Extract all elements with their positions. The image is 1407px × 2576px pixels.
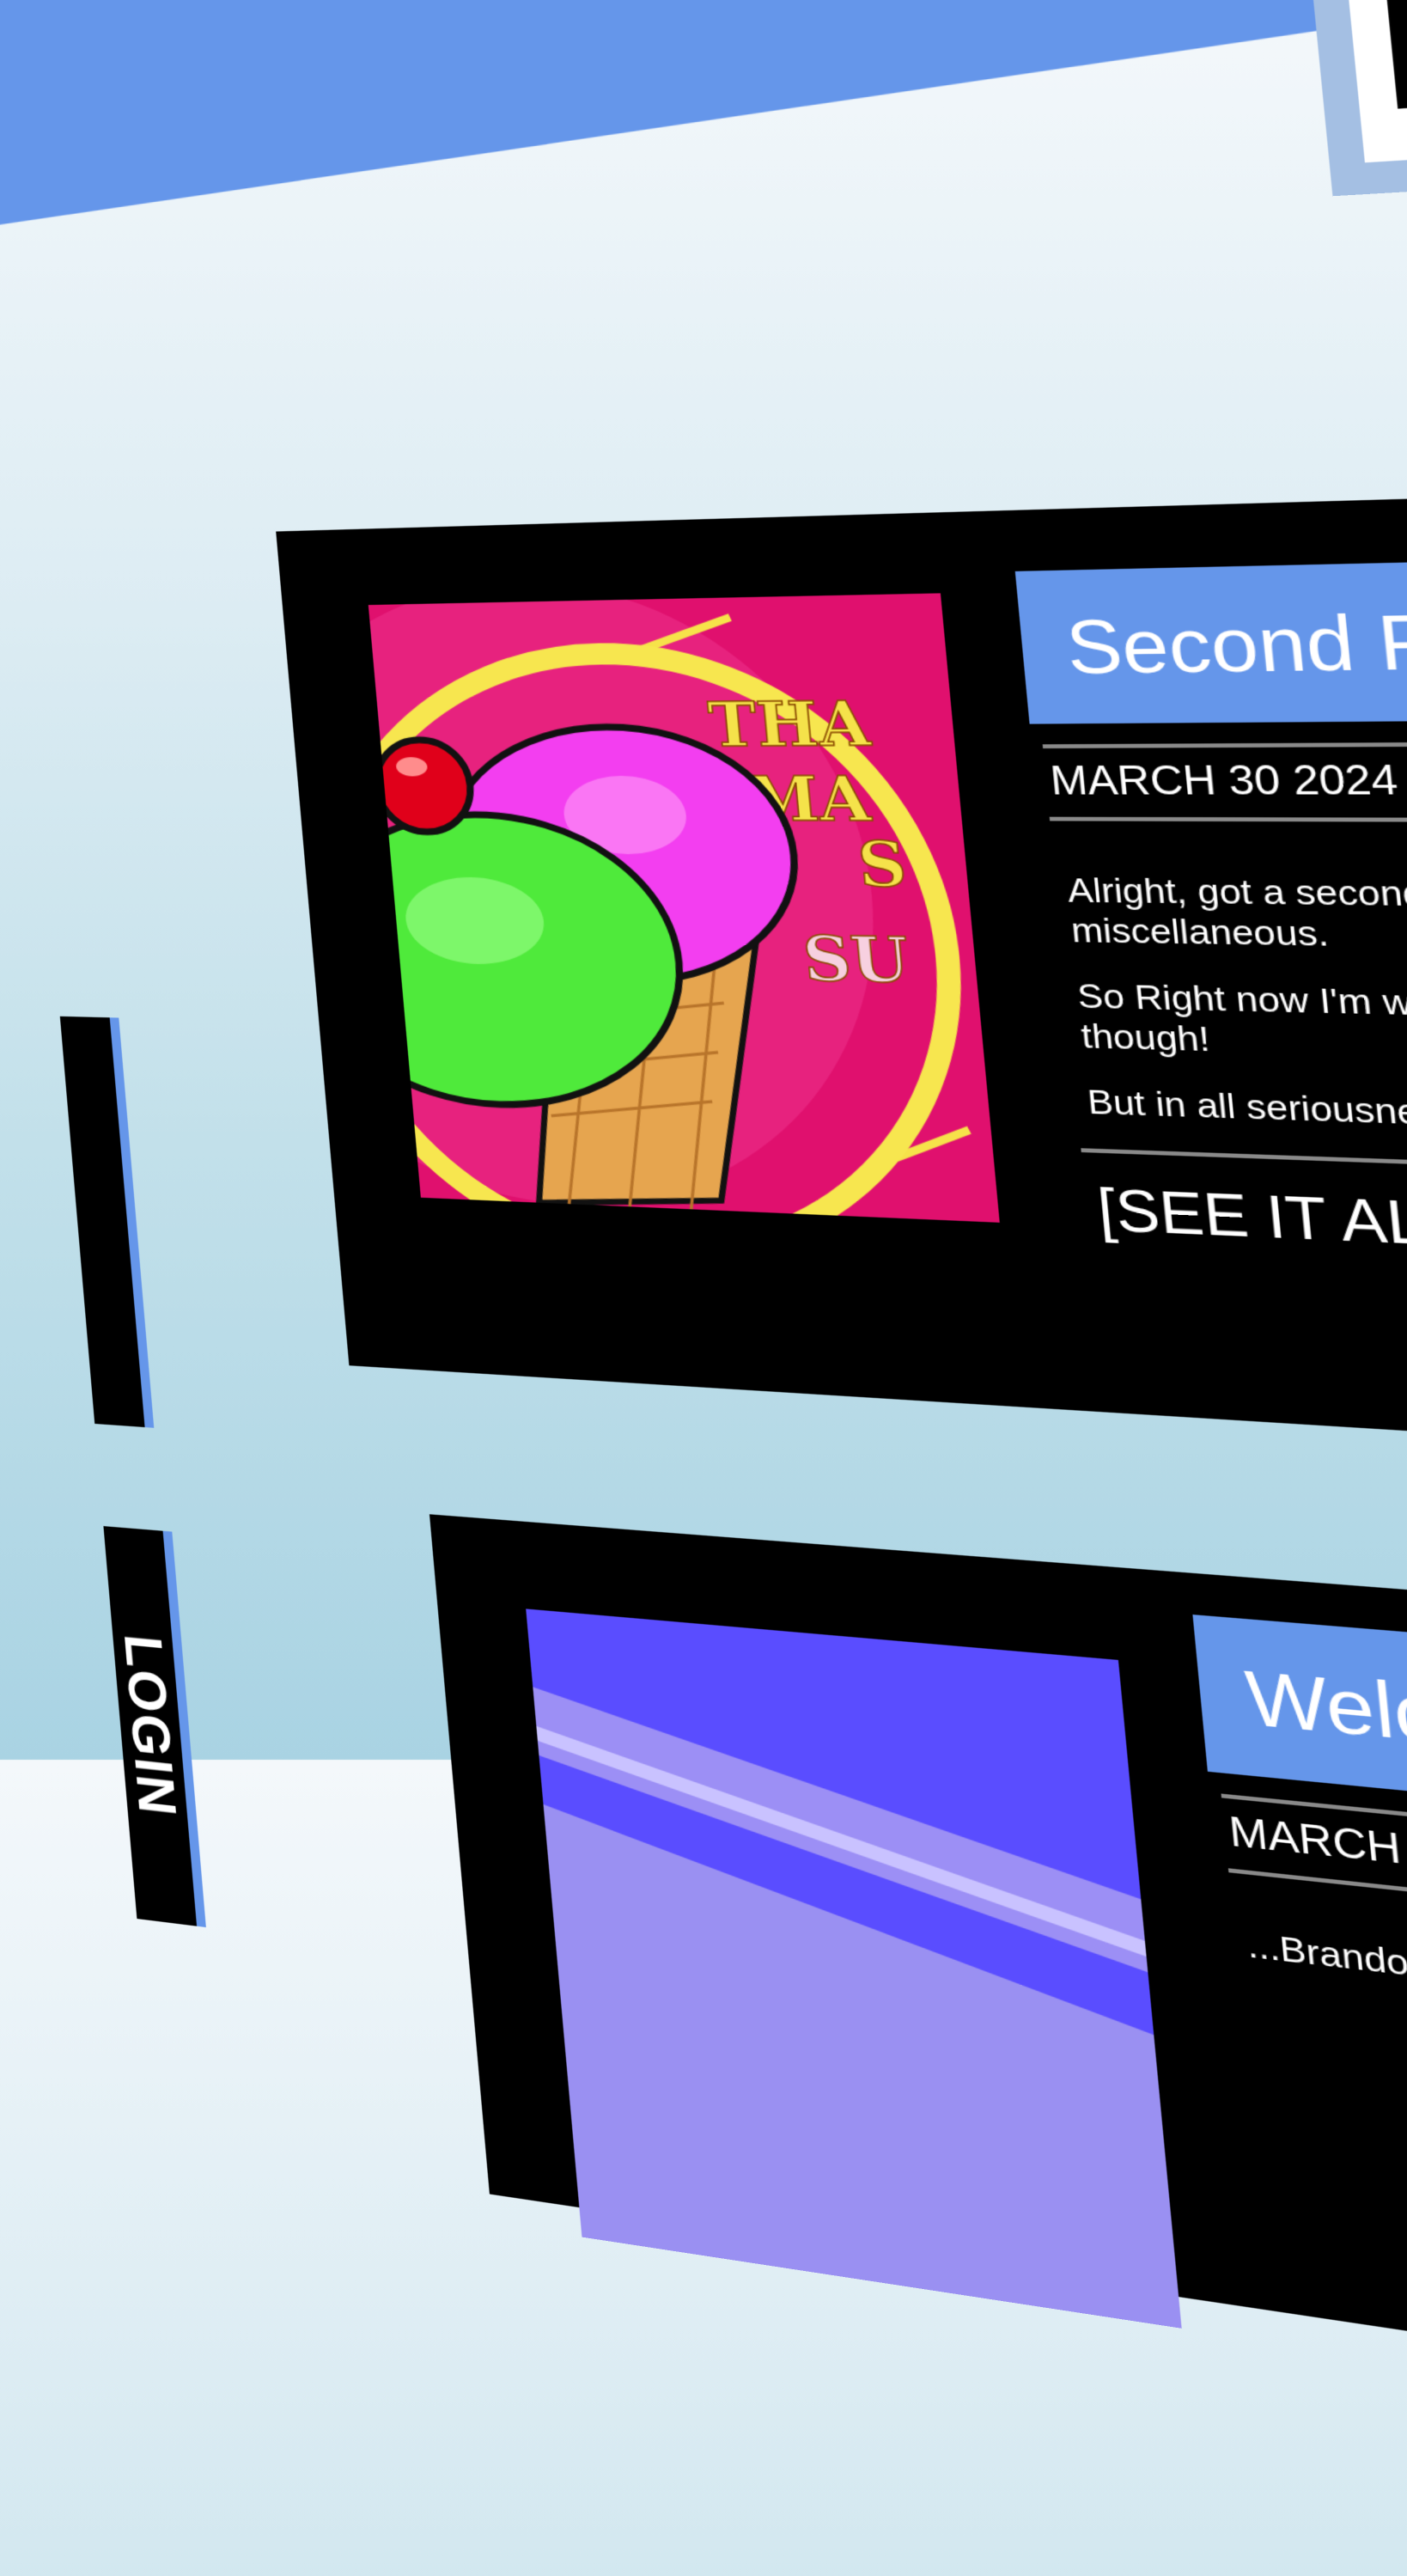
post-thumbnail[interactable]: THA MA S SU	[368, 593, 1000, 1223]
excerpt-line: ...Brandon Watson and a	[1245, 1925, 1407, 2017]
image-text-line1: THA	[705, 687, 874, 760]
post-thumbnail[interactable]	[526, 1608, 1182, 2329]
post-title[interactable]: Welcome to th	[1242, 1652, 1407, 1795]
post-card: Welcome to th MARCH XX 2024 | XX:XX X ..…	[429, 1514, 1407, 2478]
site-title-panel: DA	[1338, 0, 1407, 163]
post-title[interactable]: Second Post!	[1063, 594, 1407, 691]
post-excerpt: ...Brandon Watson and a	[1217, 1871, 1407, 2097]
post-body: Second Post! MARCH 30 2024 | 11:29 PM Al…	[1014, 546, 1407, 1294]
page-scene: DA LOGIN THA MA S SU Second Post! MARCH …	[0, 0, 1407, 2478]
image-text-line4: SU	[800, 923, 912, 998]
ice-cream-thumbnail-image: THA MA S SU	[368, 593, 1000, 1223]
post-body: Welcome to th MARCH XX 2024 | XX:XX X ..…	[1192, 1615, 1407, 2127]
site-title-frame: DA	[1301, 0, 1407, 197]
post-date: MARCH 30 2024 | 11:29 PM	[1048, 756, 1407, 804]
post-excerpt: Alright, got a second one of these misce…	[1038, 821, 1407, 1157]
login-tab-label: LOGIN	[112, 1631, 188, 1820]
header-banner	[0, 0, 1407, 247]
image-text-line3: S	[855, 828, 910, 901]
excerpt-line: miscellaneous.	[1069, 911, 1331, 955]
login-tab[interactable]: LOGIN	[103, 1526, 206, 1928]
post-card: THA MA S SU Second Post! MARCH 30 2024 |…	[276, 479, 1407, 1480]
excerpt-line: But in all seriousness, I'd like to	[1086, 1082, 1407, 1140]
excerpt-line: though!	[1079, 1016, 1212, 1060]
site-title[interactable]: DA	[1367, 0, 1407, 150]
post-title-bar[interactable]: Second Post!	[1014, 546, 1407, 724]
side-nav-tab[interactable]	[59, 1016, 155, 1428]
welcome-thumbnail-image	[526, 1608, 1182, 2329]
see-it-all-link[interactable]: [SEE IT ALL...]	[1094, 1175, 1407, 1265]
